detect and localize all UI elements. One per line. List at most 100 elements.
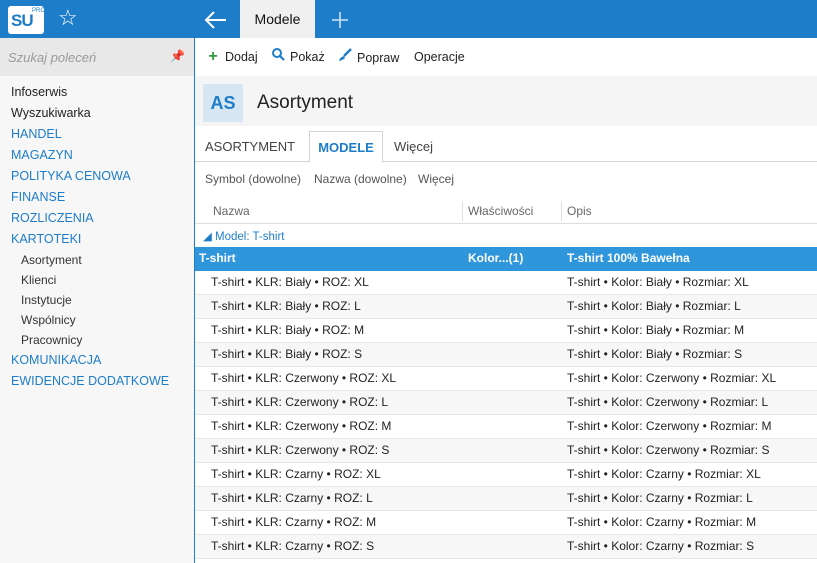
table-row[interactable]: T-shirt • KLR: Biały • ROZ: S T-shirt • K…: [195, 343, 817, 367]
back-arrow-icon[interactable]: [200, 4, 232, 34]
table-row[interactable]: T-shirt • KLR: Czarny • ROZ: L T-shirt • …: [195, 487, 817, 511]
cell-description: T-shirt • Kolor: Czerwony • Rozmiar: L: [567, 395, 769, 409]
table-row[interactable]: T-shirt • KLR: Biały • ROZ: XL T-shirt • …: [195, 271, 817, 295]
cell-description: T-shirt • Kolor: Biały • Rozmiar: XL: [567, 275, 749, 289]
page-title: Asortyment: [257, 92, 354, 113]
sidebar-item[interactable]: ROZLICZENIA: [0, 208, 194, 229]
sidebar-item[interactable]: POLITYKA CENOWA: [0, 166, 194, 187]
table-row[interactable]: T-shirt • KLR: Czarny • ROZ: S T-shirt • …: [195, 535, 817, 559]
sidebar-item[interactable]: Asortyment: [0, 250, 194, 270]
plus-svg: [332, 12, 348, 28]
back-arrow-svg: [204, 11, 226, 29]
cell-name: T-shirt: [199, 251, 236, 265]
edit-button[interactable]: Popraw: [337, 48, 399, 66]
sidebar-item[interactable]: Pracownicy: [0, 330, 194, 350]
show-button-label: Pokaż: [290, 50, 325, 64]
command-search: 📌: [0, 38, 194, 76]
filter-symbol[interactable]: Symbol (dowolne): [205, 172, 301, 186]
plus-icon: +: [208, 48, 218, 65]
grid-header: Nazwa Właściwości Opis: [195, 199, 817, 224]
new-tab-plus-icon[interactable]: [327, 4, 353, 34]
top-bar: SU PRO ☆ Modele: [0, 0, 817, 38]
cell-description: T-shirt • Kolor: Czarny • Rozmiar: XL: [567, 467, 761, 481]
sidebar-item[interactable]: Instytucje: [0, 290, 194, 310]
cell-name: T-shirt • KLR: Biały • ROZ: M: [211, 323, 365, 337]
sidebar-item[interactable]: FINANSE: [0, 187, 194, 208]
cell-description: T-shirt • Kolor: Biały • Rozmiar: M: [567, 323, 745, 337]
sidebar-item[interactable]: HANDEL: [0, 124, 194, 145]
sidebar-item[interactable]: Wspólnicy: [0, 310, 194, 330]
cell-description: T-shirt • Kolor: Czarny • Rozmiar: L: [567, 491, 753, 505]
column-separator[interactable]: [561, 201, 562, 221]
sidebar-item[interactable]: Wyszukiwarka: [0, 103, 194, 124]
cell-description: T-shirt • Kolor: Czarny • Rozmiar: M: [567, 515, 757, 529]
logo-text: SU: [11, 11, 34, 30]
page-header: AS Asortyment: [195, 76, 817, 126]
tab-more[interactable]: Więcej: [394, 131, 433, 161]
table-row[interactable]: T-shirt • KLR: Czerwony • ROZ: M T-shirt …: [195, 415, 817, 439]
table-row[interactable]: T-shirt • KLR: Czerwony • ROZ: L T-shirt …: [195, 391, 817, 415]
grid-body: T-shirt Kolor...(1) T-shirt 100% Bawełna T-…: [195, 247, 817, 559]
column-separator[interactable]: [462, 201, 463, 221]
add-button-label: Dodaj: [225, 50, 258, 64]
table-row[interactable]: T-shirt • KLR: Czarny • ROZ: XL T-shirt •…: [195, 463, 817, 487]
operations-button[interactable]: Operacje: [414, 48, 465, 66]
cell-name: T-shirt • KLR: Czarny • ROZ: M: [211, 515, 377, 529]
brush-svg: [339, 48, 352, 61]
table-row[interactable]: T-shirt • KLR: Czarny • ROZ: M T-shirt • …: [195, 511, 817, 535]
cell-name: T-shirt • KLR: Czerwony • ROZ: M: [211, 419, 392, 433]
command-search-input[interactable]: [8, 47, 158, 67]
cell-description: T-shirt • Kolor: Czerwony • Rozmiar: XL: [567, 371, 777, 385]
window-tab-modele[interactable]: Modele: [240, 0, 315, 38]
cell-properties: Kolor...(1): [468, 251, 524, 265]
cell-name: T-shirt • KLR: Czerwony • ROZ: L: [211, 395, 389, 409]
sidebar-item[interactable]: Infoserwis: [0, 82, 194, 103]
group-row-model[interactable]: ◢ Model: T-shirt: [195, 226, 817, 246]
cell-description: T-shirt 100% Bawełna: [567, 251, 690, 265]
column-header-description[interactable]: Opis: [567, 204, 592, 218]
cell-description: T-shirt • Kolor: Czerwony • Rozmiar: S: [567, 443, 770, 457]
cell-name: T-shirt • KLR: Czarny • ROZ: S: [211, 539, 375, 553]
cell-name: T-shirt • KLR: Czerwony • ROZ: S: [211, 443, 390, 457]
add-button[interactable]: + Dodaj: [205, 48, 258, 66]
table-row[interactable]: T-shirt • KLR: Biały • ROZ: L T-shirt • K…: [195, 295, 817, 319]
filter-bar: Symbol (dowolne) Nazwa (dowolne) Więcej: [195, 168, 817, 190]
filter-name[interactable]: Nazwa (dowolne): [314, 172, 407, 186]
table-row[interactable]: T-shirt Kolor...(1) T-shirt 100% Bawełna: [195, 247, 817, 271]
cell-description: T-shirt • Kolor: Czerwony • Rozmiar: M: [567, 419, 772, 433]
sidebar-item[interactable]: KARTOTEKI: [0, 229, 194, 250]
table-row[interactable]: T-shirt • KLR: Czerwony • ROZ: XL T-shirt…: [195, 367, 817, 391]
pin-icon[interactable]: 📌: [170, 49, 185, 63]
sidebar-item[interactable]: MAGAZYN: [0, 145, 194, 166]
cell-description: T-shirt • Kolor: Biały • Rozmiar: L: [567, 299, 741, 313]
cell-name: T-shirt • KLR: Czerwony • ROZ: XL: [211, 371, 397, 385]
cell-name: T-shirt • KLR: Czarny • ROZ: L: [211, 491, 373, 505]
cell-name: T-shirt • KLR: Biały • ROZ: S: [211, 347, 363, 361]
tab-asortyment[interactable]: ASORTYMENT: [205, 131, 295, 161]
module-badge: AS: [203, 84, 243, 122]
table-row[interactable]: T-shirt • KLR: Biały • ROZ: M T-shirt • K…: [195, 319, 817, 343]
tab-modele[interactable]: MODELE: [309, 131, 383, 163]
app-logo[interactable]: SU PRO: [8, 6, 46, 34]
cell-name: T-shirt • KLR: Biały • ROZ: L: [211, 299, 361, 313]
logo-sup: PRO: [32, 8, 46, 14]
sidebar: 📌 InfoserwisWyszukiwarkaHANDELMAGAZYNPOL…: [0, 38, 195, 563]
filter-more[interactable]: Więcej: [418, 172, 454, 186]
favorite-star-icon[interactable]: ☆: [58, 6, 78, 30]
content-tabs: ASORTYMENT MODELE Więcej: [195, 131, 817, 163]
sidebar-item[interactable]: Klienci: [0, 270, 194, 290]
cell-name: T-shirt • KLR: Biały • ROZ: XL: [211, 275, 369, 289]
table-row[interactable]: T-shirt • KLR: Czerwony • ROZ: S T-shirt …: [195, 439, 817, 463]
magnifier-svg: [271, 48, 285, 61]
magnifier-icon: [270, 48, 286, 66]
show-button[interactable]: Pokaż: [270, 48, 325, 66]
column-header-properties[interactable]: Właściwości: [468, 204, 533, 218]
cell-name: T-shirt • KLR: Czarny • ROZ: XL: [211, 467, 381, 481]
cell-description: T-shirt • Kolor: Czarny • Rozmiar: S: [567, 539, 755, 553]
brush-icon: [337, 48, 353, 67]
sidebar-item[interactable]: KOMUNIKACJA: [0, 350, 194, 371]
group-row-label: ◢ Model: T-shirt: [203, 231, 285, 243]
toolbar: + Dodaj Pokaż Popraw Operacje: [195, 38, 817, 76]
sidebar-item[interactable]: EWIDENCJE DODATKOWE: [0, 371, 194, 392]
column-header-name[interactable]: Nazwa: [213, 204, 250, 218]
